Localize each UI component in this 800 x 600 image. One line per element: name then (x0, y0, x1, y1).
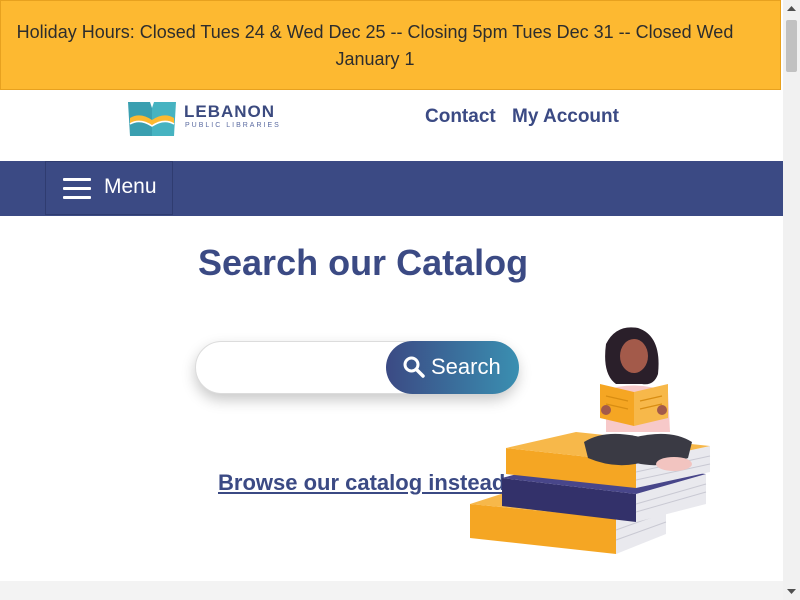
holiday-alert-banner: Holiday Hours: Closed Tues 24 & Wed Dec … (0, 0, 781, 90)
catalog-search-input[interactable] (210, 352, 384, 384)
scrollbar-thumb[interactable] (786, 20, 797, 72)
scroll-down-arrow-icon[interactable] (783, 583, 800, 600)
search-icon (403, 356, 425, 378)
alert-text: Holiday Hours: Closed Tues 24 & Wed Dec … (16, 22, 734, 69)
my-account-link[interactable]: My Account (512, 106, 619, 128)
menu-button[interactable]: Menu (45, 161, 173, 215)
menu-label: Menu (104, 175, 157, 198)
logo-subtitle: PUBLIC LIBRARIES (185, 122, 281, 129)
hamburger-icon (63, 178, 91, 200)
page: Holiday Hours: Closed Tues 24 & Wed Dec … (0, 0, 783, 600)
footer-strip (0, 581, 783, 600)
contact-link[interactable]: Contact (425, 106, 496, 128)
browse-catalog-link[interactable]: Browse our catalog instead (218, 470, 505, 496)
page-title: Search our Catalog (198, 242, 529, 283)
vertical-scrollbar[interactable] (783, 0, 800, 600)
main-nav-bar: Menu (0, 161, 783, 216)
scroll-up-arrow-icon[interactable] (783, 0, 800, 17)
reading-person-illustration (470, 327, 711, 554)
logo-title: LEBANON (184, 102, 276, 121)
